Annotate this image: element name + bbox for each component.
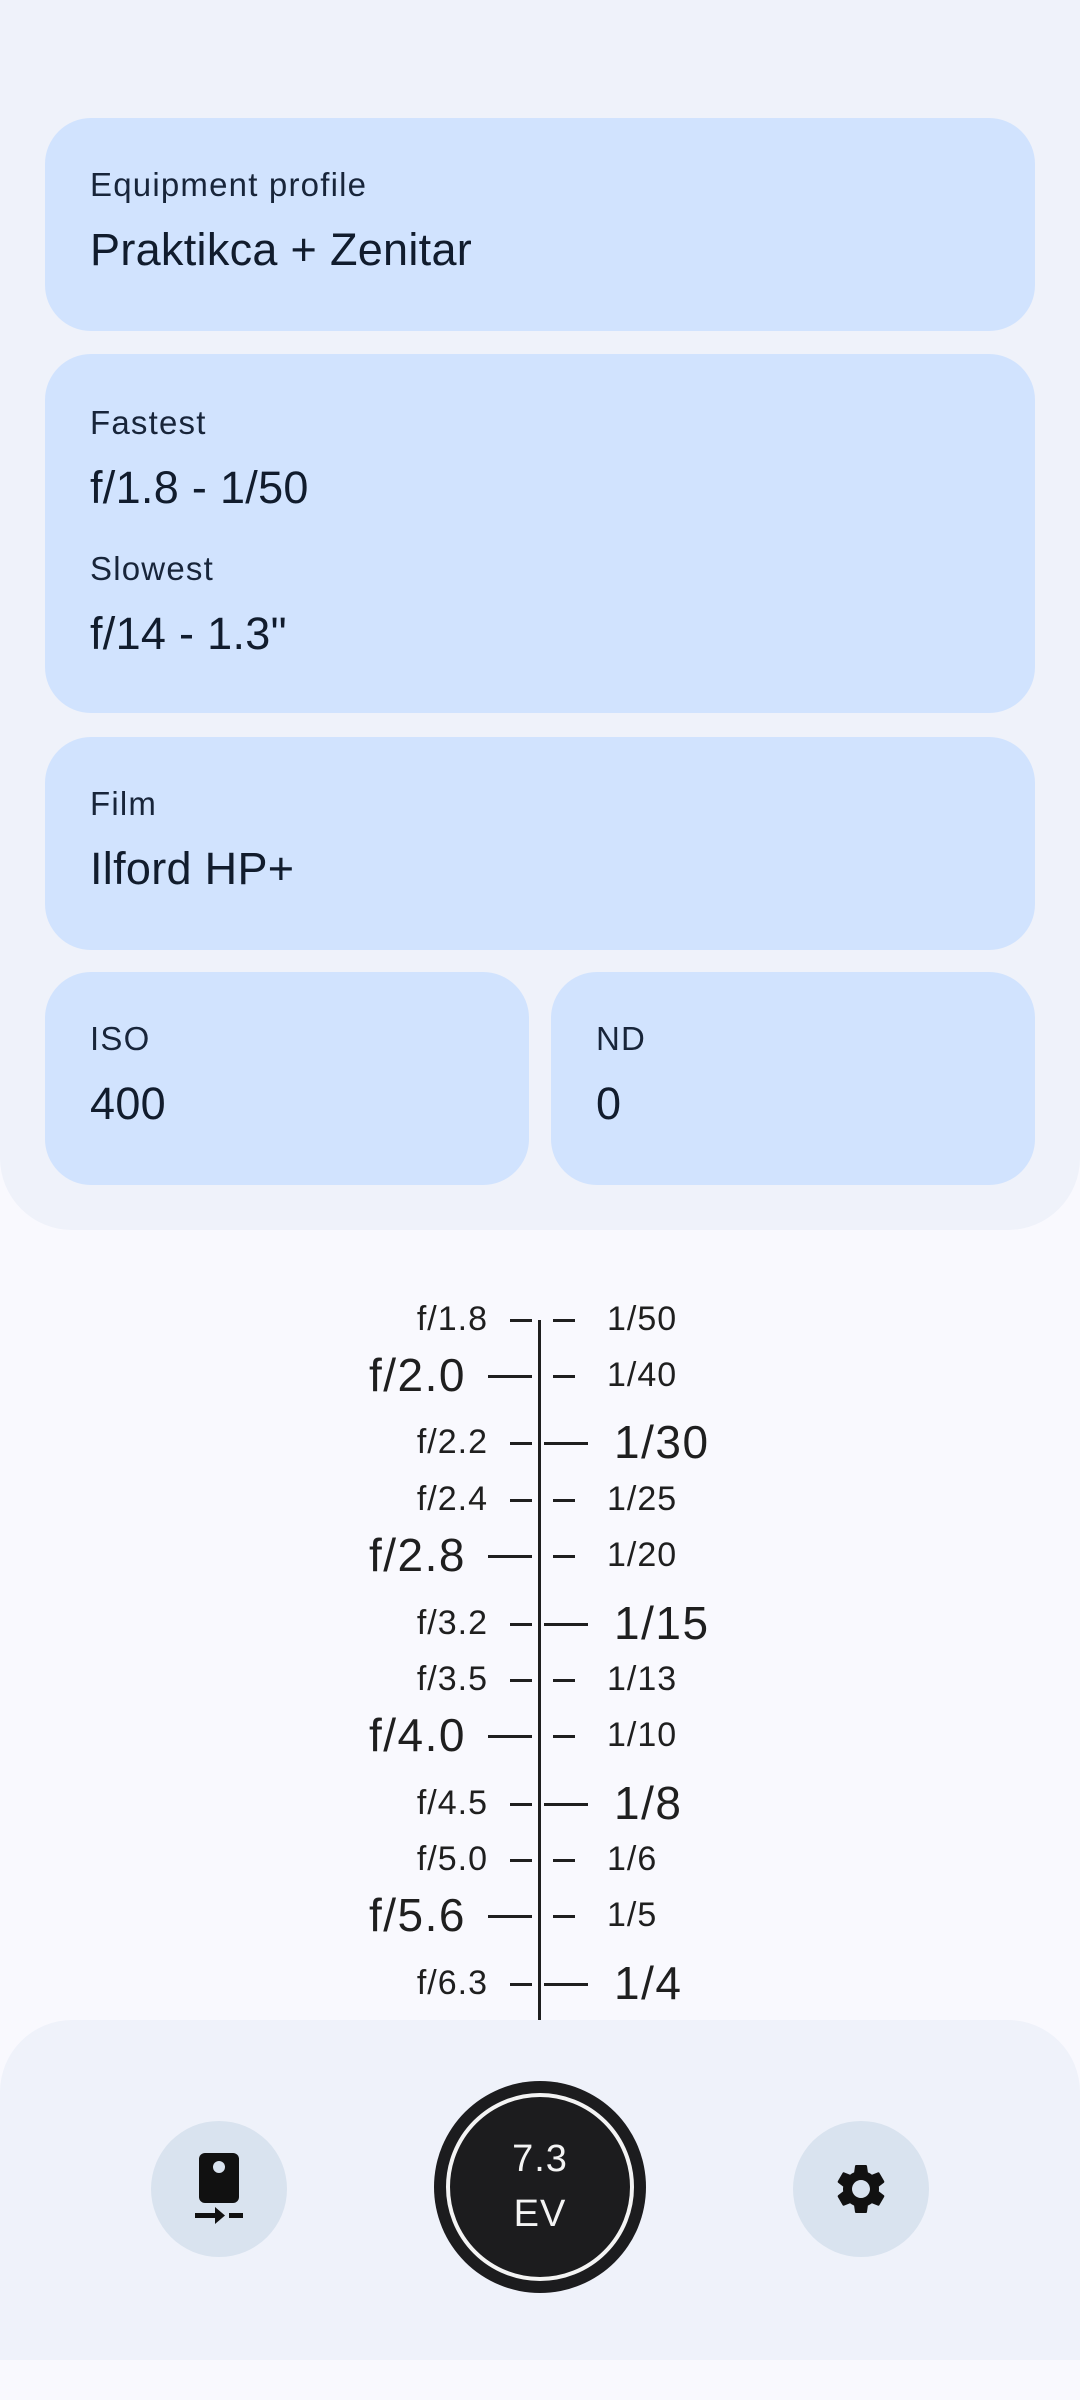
shutter-speed-label: 1/20 [607, 1536, 678, 1574]
shutter-speed-label: 1/40 [607, 1356, 678, 1394]
aperture-label: f/4.5 [416, 1784, 488, 1822]
shutter-tick [553, 1499, 575, 1502]
shutter-speed-label: 1/6 [607, 1840, 658, 1878]
film-value: Ilford HP+ [90, 843, 295, 894]
fastest-value: f/1.8 - 1/50 [90, 462, 309, 513]
aperture-label: f/6.3 [416, 1964, 488, 2002]
aperture-tick [488, 1915, 532, 1918]
shutter-tick [544, 1803, 588, 1806]
exposure-pairs-scale[interactable]: f/1.8 f/2.0 f/2.2 f/2.4 f/2.8 f/3.2 f/3.5 f/4.0… [0, 1250, 1080, 2020]
aperture-tick [510, 1442, 532, 1445]
shutter-tick [553, 1859, 575, 1862]
slowest-value: f/14 - 1.3" [90, 608, 287, 659]
shutter-speed-label: 1/15 [614, 1597, 710, 1649]
shutter-speed-label: 1/25 [607, 1480, 678, 1518]
aperture-tick [488, 1555, 532, 1558]
aperture-tick [488, 1375, 532, 1378]
shutter-tick [544, 1623, 588, 1626]
exposure-range-card: Fastest f/1.8 - 1/50 Slowest f/14 - 1.3" [45, 354, 1035, 713]
aperture-tick [510, 1859, 532, 1862]
light-meter-button[interactable] [151, 2121, 287, 2257]
light-meter-icon [195, 2153, 243, 2224]
shutter-speed-label: 1/4 [614, 1957, 683, 2009]
shutter-tick [553, 1319, 575, 1322]
equipment-profile-label: Equipment profile [90, 166, 368, 203]
aperture-label: f/1.8 [416, 1300, 488, 1338]
gear-icon [837, 2165, 885, 2213]
shutter-speed-label: 1/8 [614, 1777, 683, 1829]
settings-button[interactable] [793, 2121, 929, 2257]
aperture-tick [510, 1983, 532, 1986]
aperture-label: f/3.2 [416, 1604, 488, 1642]
iso-label: ISO [90, 1020, 151, 1057]
aperture-label: f/5.0 [416, 1840, 488, 1878]
equipment-profile-value: Praktikca + Zenitar [90, 224, 473, 275]
ev-measure-button[interactable]: 7.3 EV [434, 2081, 646, 2293]
aperture-tick [510, 1623, 532, 1626]
shutter-speed-label: 1/5 [607, 1896, 658, 1934]
aperture-tick [510, 1499, 532, 1502]
shutter-tick [553, 1915, 575, 1918]
aperture-tick [510, 1679, 532, 1682]
iso-value: 400 [90, 1078, 166, 1129]
film-card[interactable]: Film Ilford HP+ [45, 737, 1035, 950]
film-label: Film [90, 785, 158, 822]
equipment-profile-card[interactable]: Equipment profile Praktikca + Zenitar [45, 118, 1035, 331]
nd-label: ND [596, 1020, 647, 1057]
nd-value: 0 [596, 1078, 622, 1129]
aperture-label: f/2.4 [416, 1480, 488, 1518]
ev-unit: EV [513, 2193, 567, 2235]
shutter-tick [544, 1983, 588, 1986]
shutter-speed-label: 1/13 [607, 1660, 678, 1698]
aperture-label: f/2.8 [368, 1529, 466, 1581]
shutter-speed-label: 1/50 [607, 1300, 678, 1338]
aperture-label: f/2.0 [368, 1349, 466, 1401]
shutter-tick [544, 1442, 588, 1445]
settings-panel: Equipment profile Praktikca + Zenitar Fa… [0, 0, 1080, 1230]
aperture-label: f/2.2 [416, 1423, 488, 1461]
shutter-tick [553, 1679, 575, 1682]
scale-axis [538, 1320, 541, 2020]
slowest-label: Slowest [90, 550, 214, 587]
iso-card[interactable]: ISO 400 [45, 972, 529, 1185]
aperture-tick [488, 1735, 532, 1738]
ev-display: 7.3 EV [446, 2093, 634, 2281]
aperture-tick [510, 1803, 532, 1806]
shutter-tick [553, 1555, 575, 1558]
aperture-label: f/5.6 [368, 1889, 466, 1941]
fastest-label: Fastest [90, 404, 207, 441]
nd-card[interactable]: ND 0 [551, 972, 1035, 1185]
aperture-label: f/4.0 [368, 1709, 466, 1761]
shutter-speed-label: 1/30 [614, 1416, 710, 1468]
aperture-label: f/3.5 [416, 1660, 488, 1698]
aperture-tick [510, 1319, 532, 1322]
shutter-tick [553, 1735, 575, 1738]
shutter-tick [553, 1375, 575, 1378]
ev-value: 7.3 [512, 2137, 568, 2180]
shutter-speed-label: 1/10 [607, 1716, 678, 1754]
